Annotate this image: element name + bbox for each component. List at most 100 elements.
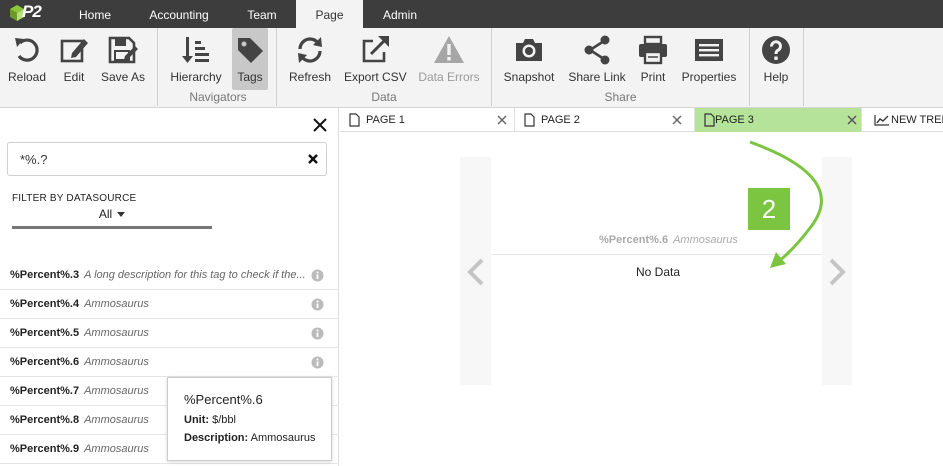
tooltip-unit-value: $/bbl: [212, 414, 236, 426]
doc-tab-page-1[interactable]: PAGE 1: [340, 108, 515, 132]
nav-tab-team[interactable]: Team: [232, 0, 292, 28]
edit-label: Edit: [63, 70, 85, 84]
share-group-label: Share: [604, 90, 637, 104]
navigators-group-label: Navigators: [189, 90, 247, 104]
help-label: Help: [763, 70, 789, 84]
print-label: Print: [640, 70, 666, 84]
tag-name: %Percent%.9: [10, 443, 80, 455]
properties-button[interactable]: Properties: [680, 28, 738, 90]
nav-tab-accounting[interactable]: Accounting: [138, 0, 220, 28]
tooltip-unit-label: Unit:: [184, 414, 210, 426]
snapshot-label: Snapshot: [503, 70, 555, 84]
printer-icon: [639, 35, 667, 65]
close-tab-icon[interactable]: [497, 115, 507, 125]
refresh-label: Refresh: [288, 70, 332, 84]
tag-search-input[interactable]: [7, 142, 327, 176]
tag-name: %Percent%.8: [10, 414, 80, 426]
ribbon-separator: [803, 28, 804, 106]
page-canvas: [340, 132, 943, 466]
filter-by-datasource-label: FILTER BY DATASOURCE: [12, 193, 137, 204]
tag-description: Ammosaurus: [84, 356, 149, 368]
top-nav-bar: P2 Home Accounting Team Page Admin: [0, 0, 943, 28]
step-number-badge: 2: [748, 188, 790, 230]
edit-icon: [60, 39, 88, 63]
page-icon: [349, 113, 360, 127]
tag-list-item[interactable]: %Percent%.4 Ammosaurus: [0, 290, 339, 319]
tooltip-title: %Percent%.6: [184, 392, 263, 407]
ribbon-separator: [276, 28, 277, 106]
doc-tab-new-trend[interactable]: NEW TRENI: [865, 108, 943, 132]
ribbon-toolbar: Reload Edit Save As Hierarchy Tags Navig…: [0, 28, 943, 108]
app-root: P2 Home Accounting Team Page Admin Reloa…: [0, 0, 943, 466]
data-group-label: Data: [371, 90, 397, 104]
data-errors-button[interactable]: Data Errors: [418, 28, 480, 90]
tag-name: %Percent%.3: [10, 269, 80, 281]
info-icon[interactable]: [311, 298, 324, 311]
help-icon: [762, 36, 790, 64]
tag-list-item[interactable]: %Percent%.6 Ammosaurus: [0, 348, 339, 377]
save-as-button[interactable]: Save As: [98, 28, 148, 90]
previous-button[interactable]: [460, 157, 491, 385]
datasource-dropdown[interactable]: All: [12, 207, 212, 229]
hierarchy-icon: [182, 37, 209, 63]
tag-name: %Percent%.7: [10, 385, 80, 397]
doc-tab-page-2[interactable]: PAGE 2: [515, 108, 695, 132]
datasource-dropdown-value: All: [98, 207, 113, 221]
tag-name: %Percent%.6: [10, 356, 80, 368]
save-as-icon: [108, 36, 138, 64]
trend-tag-description: Ammosaurus: [673, 234, 738, 246]
info-icon[interactable]: [311, 327, 324, 340]
logo-text: P2: [22, 2, 42, 21]
reload-label: Reload: [7, 70, 47, 84]
trend-chart-icon: [874, 115, 889, 126]
print-button[interactable]: Print: [636, 28, 670, 90]
hierarchy-button[interactable]: Hierarchy: [170, 28, 222, 90]
tooltip-description-value: Ammosaurus: [250, 432, 316, 444]
help-button[interactable]: Help: [756, 28, 796, 90]
doc-tab-label: NEW TRENI: [891, 114, 943, 126]
tag-list-item[interactable]: %Percent%.3 A long description for this t…: [0, 261, 339, 290]
edit-button[interactable]: Edit: [54, 28, 94, 90]
tags-button[interactable]: Tags: [232, 28, 268, 90]
warning-icon: [434, 36, 464, 63]
snapshot-button[interactable]: Snapshot: [502, 28, 556, 90]
tag-tooltip: %Percent%.6 Unit: $/bbl Description: Amm…: [167, 377, 332, 461]
tooltip-unit: Unit: $/bbl: [184, 414, 331, 426]
nav-tab-home[interactable]: Home: [64, 0, 126, 28]
clear-search-icon[interactable]: [306, 152, 320, 166]
tag-name: %Percent%.5: [10, 327, 80, 339]
hierarchy-label: Hierarchy: [170, 70, 222, 84]
export-csv-label: Export CSV: [344, 70, 407, 84]
nav-tab-admin[interactable]: Admin: [370, 0, 430, 28]
refresh-icon: [298, 37, 322, 63]
share-icon: [584, 35, 610, 65]
tag-description: Ammosaurus: [84, 443, 149, 455]
share-link-button[interactable]: Share Link: [568, 28, 626, 90]
chevron-left-icon: [467, 258, 484, 286]
tag-description: Ammosaurus: [84, 298, 149, 310]
camera-icon: [516, 39, 542, 61]
info-icon[interactable]: [311, 356, 324, 369]
trend-tag-name: %Percent%.6: [599, 234, 669, 246]
info-icon[interactable]: [311, 269, 324, 282]
reload-button[interactable]: Reload: [4, 28, 50, 90]
close-icon[interactable]: [312, 117, 328, 133]
close-tab-icon[interactable]: [672, 115, 682, 125]
tag-list-item[interactable]: %Percent%.5 Ammosaurus: [0, 319, 339, 348]
export-csv-button[interactable]: Export CSV: [344, 28, 407, 90]
ribbon-separator: [491, 28, 492, 106]
ribbon-separator: [157, 28, 158, 106]
properties-icon: [695, 39, 723, 61]
tag-name: %Percent%.4: [10, 298, 80, 310]
ribbon-separator: [749, 28, 750, 106]
tag-description: Ammosaurus: [84, 414, 149, 426]
trend-title: %Percent%.6 Ammosaurus: [599, 234, 738, 246]
properties-label: Properties: [681, 70, 737, 84]
data-errors-label: Data Errors: [418, 70, 480, 84]
no-data-message: No Data: [636, 265, 681, 279]
tag-description: Ammosaurus: [84, 327, 149, 339]
refresh-button[interactable]: Refresh: [288, 28, 332, 90]
nav-tab-page[interactable]: Page: [296, 0, 363, 28]
close-tab-icon[interactable]: [847, 115, 857, 125]
reload-icon: [15, 38, 39, 62]
